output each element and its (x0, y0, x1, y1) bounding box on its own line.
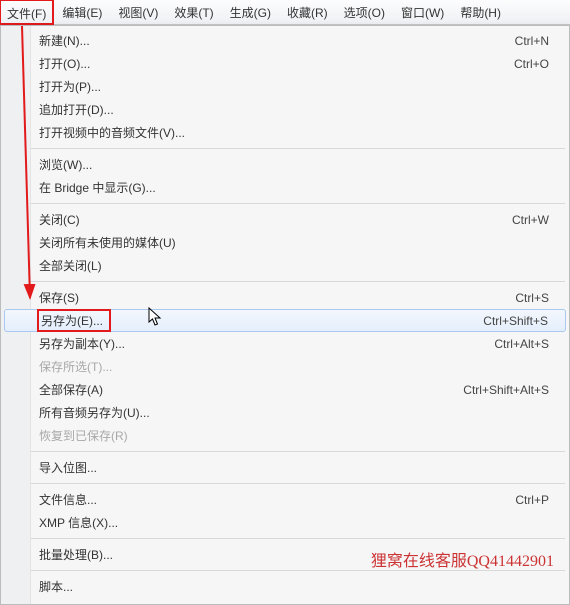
menu-item-label: 浏览(W)... (39, 156, 92, 173)
menu-item-9[interactable]: 关闭(C) Ctrl+W (1, 208, 569, 231)
menu-item-26[interactable]: 批量处理(B)... (1, 543, 569, 566)
menu-item-label: 另存为(E)... (37, 309, 111, 332)
menu-item-6[interactable]: 浏览(W)... (1, 153, 569, 176)
menu-item-3[interactable]: 追加打开(D)... (1, 98, 569, 121)
menu-item-shortcut: Ctrl+W (512, 213, 549, 227)
menu-item-13[interactable]: 保存(S) Ctrl+S (1, 286, 569, 309)
menu-item-14[interactable]: 另存为(E)... Ctrl+Shift+S (4, 309, 566, 332)
menu-item-label: 追加打开(D)... (39, 101, 114, 118)
menu-item-label: 在 Bridge 中显示(G)... (39, 179, 156, 196)
menu-item-7[interactable]: 在 Bridge 中显示(G)... (1, 176, 569, 199)
menu-item-0[interactable]: 新建(N)... Ctrl+N (1, 29, 569, 52)
menu-item-label: 保存(S) (39, 289, 79, 306)
menubar-item-8[interactable]: 帮助(H) (452, 0, 509, 24)
menu-item-label: 导入位图... (39, 459, 97, 476)
menu-item-label: 脚本... (39, 578, 73, 595)
menu-item-label: XMP 信息(X)... (39, 514, 118, 531)
menu-item-21[interactable]: 导入位图... (1, 456, 569, 479)
menu-separator (31, 570, 565, 571)
menu-separator (31, 483, 565, 484)
menu-item-label: 保存所选(T)... (39, 358, 112, 375)
menu-item-17[interactable]: 全部保存(A) Ctrl+Shift+Alt+S (1, 378, 569, 401)
menu-item-label: 另存为副本(Y)... (39, 335, 125, 352)
menubar-item-3[interactable]: 效果(T) (166, 0, 221, 24)
menu-item-10[interactable]: 关闭所有未使用的媒体(U) (1, 231, 569, 254)
menu-item-2[interactable]: 打开为(P)... (1, 75, 569, 98)
menu-item-label: 批量处理(B)... (39, 546, 113, 563)
menu-item-shortcut: Ctrl+Shift+Alt+S (463, 383, 549, 397)
menu-item-label: 打开为(P)... (39, 78, 101, 95)
menu-item-shortcut: Ctrl+O (514, 57, 549, 71)
menu-item-4[interactable]: 打开视频中的音频文件(V)... (1, 121, 569, 144)
menu-item-label: 打开视频中的音频文件(V)... (39, 124, 185, 141)
menu-item-label: 文件信息... (39, 491, 97, 508)
menu-item-label: 全部关闭(L) (39, 257, 102, 274)
menu-item-11[interactable]: 全部关闭(L) (1, 254, 569, 277)
menubar-item-1[interactable]: 编辑(E) (54, 0, 110, 24)
menu-item-shortcut: Ctrl+S (515, 291, 549, 305)
menu-item-1[interactable]: 打开(O)... Ctrl+O (1, 52, 569, 75)
menu-item-shortcut: Ctrl+N (515, 34, 549, 48)
menubar-item-0[interactable]: 文件(F) (0, 0, 54, 25)
menu-separator (31, 451, 565, 452)
menubar-item-4[interactable]: 生成(G) (222, 0, 279, 24)
menu-item-label: 恢复到已保存(R) (39, 427, 128, 444)
menubar-item-2[interactable]: 视图(V) (110, 0, 166, 24)
menubar: 文件(F)编辑(E)视图(V)效果(T)生成(G)收藏(R)选项(O)窗口(W)… (0, 0, 570, 25)
menu-item-label: 所有音频另存为(U)... (39, 404, 150, 421)
menu-separator (31, 281, 565, 282)
menu-item-19: 恢复到已保存(R) (1, 424, 569, 447)
menu-item-label: 打开(O)... (39, 55, 90, 72)
file-dropdown-menu: 新建(N)... Ctrl+N 打开(O)... Ctrl+O 打开为(P)... 追加打… (0, 25, 570, 605)
menu-item-shortcut: Ctrl+Shift+S (483, 314, 548, 328)
menu-item-15[interactable]: 另存为副本(Y)... Ctrl+Alt+S (1, 332, 569, 355)
menu-item-18[interactable]: 所有音频另存为(U)... (1, 401, 569, 424)
menu-item-28[interactable]: 脚本... (1, 575, 569, 598)
menubar-item-6[interactable]: 选项(O) (336, 0, 393, 24)
menubar-item-7[interactable]: 窗口(W) (393, 0, 452, 24)
menu-item-label: 关闭所有未使用的媒体(U) (39, 234, 176, 251)
menubar-item-5[interactable]: 收藏(R) (279, 0, 336, 24)
menu-item-shortcut: Ctrl+Alt+S (494, 337, 549, 351)
menu-item-label: 关闭(C) (39, 211, 80, 228)
menu-item-23[interactable]: 文件信息... Ctrl+P (1, 488, 569, 511)
menu-item-label: 全部保存(A) (39, 381, 103, 398)
menu-item-16: 保存所选(T)... (1, 355, 569, 378)
menu-separator (31, 148, 565, 149)
menu-separator (31, 538, 565, 539)
menu-item-24[interactable]: XMP 信息(X)... (1, 511, 569, 534)
menu-item-label: 新建(N)... (39, 32, 90, 49)
menu-item-shortcut: Ctrl+P (515, 493, 549, 507)
menu-separator (31, 203, 565, 204)
